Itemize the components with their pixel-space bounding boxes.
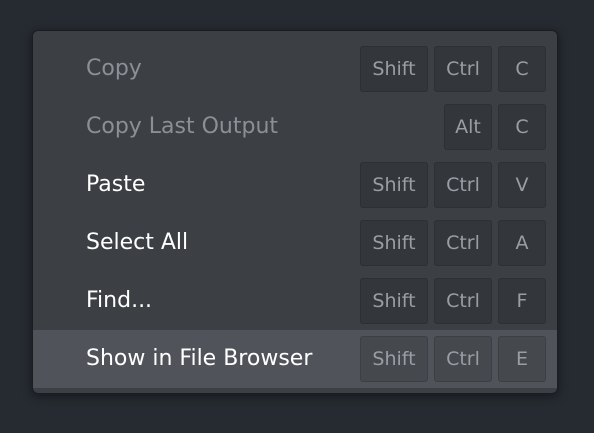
shortcut-keys: Alt C [444, 104, 546, 150]
key-c: C [498, 104, 546, 150]
context-menu: Copy Shift Ctrl C Copy Last Output Alt C… [32, 30, 558, 394]
key-f: F [498, 278, 546, 324]
menu-item-label: Show in File Browser [86, 346, 313, 371]
menu-item-paste[interactable]: Paste Shift Ctrl V [33, 156, 557, 214]
key-alt: Alt [444, 104, 492, 150]
key-ctrl: Ctrl [434, 336, 492, 382]
key-a: A [498, 220, 546, 266]
key-ctrl: Ctrl [434, 220, 492, 266]
key-ctrl: Ctrl [434, 162, 492, 208]
menu-item-label: Select All [86, 230, 189, 255]
key-ctrl: Ctrl [434, 46, 492, 92]
key-shift: Shift [360, 278, 428, 324]
menu-item-label: Copy [86, 56, 142, 81]
menu-item-copy[interactable]: Copy Shift Ctrl C [33, 40, 557, 98]
key-shift: Shift [360, 220, 428, 266]
shortcut-keys: Shift Ctrl A [360, 220, 546, 266]
key-shift: Shift [360, 336, 428, 382]
shortcut-keys: Shift Ctrl C [360, 46, 546, 92]
menu-item-select-all[interactable]: Select All Shift Ctrl A [33, 214, 557, 272]
key-shift: Shift [360, 162, 428, 208]
menu-item-show-in-file-browser[interactable]: Show in File Browser Shift Ctrl E [33, 330, 557, 388]
menu-item-copy-last-output[interactable]: Copy Last Output Alt C [33, 98, 557, 156]
shortcut-keys: Shift Ctrl F [360, 278, 546, 324]
key-shift: Shift [360, 46, 428, 92]
key-e: E [498, 336, 546, 382]
key-c: C [498, 46, 546, 92]
menu-item-label: Find... [86, 288, 153, 313]
key-v: V [498, 162, 546, 208]
menu-item-label: Copy Last Output [86, 114, 279, 139]
shortcut-keys: Shift Ctrl V [360, 162, 546, 208]
menu-item-label: Paste [86, 172, 146, 197]
shortcut-keys: Shift Ctrl E [360, 336, 546, 382]
menu-item-find[interactable]: Find... Shift Ctrl F [33, 272, 557, 330]
key-ctrl: Ctrl [434, 278, 492, 324]
